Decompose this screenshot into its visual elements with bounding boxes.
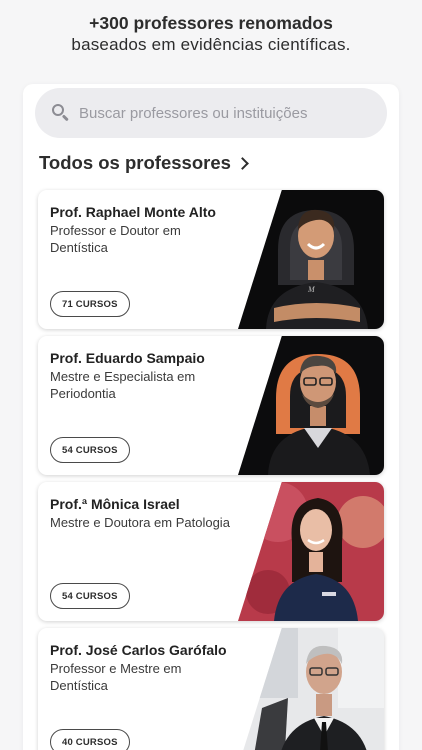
headline: +300 professores renomados baseados em e… xyxy=(0,12,422,56)
courses-count-badge[interactable]: 40 CURSOS xyxy=(50,729,130,750)
search-bar[interactable] xyxy=(35,88,387,138)
svg-text:M: M xyxy=(307,285,316,294)
courses-count-badge[interactable]: 54 CURSOS xyxy=(50,583,130,609)
section-header-all-professors[interactable]: Todos os professores xyxy=(39,152,249,174)
professor-name: Prof.ª Mônica Israel xyxy=(50,496,180,512)
headline-title: +300 professores renomados xyxy=(89,13,333,33)
professor-photo: M xyxy=(238,190,384,329)
professor-role: Professor e Doutor em Dentística xyxy=(50,223,181,255)
section-title: Todos os professores xyxy=(39,152,231,173)
courses-count-badge[interactable]: 54 CURSOS xyxy=(50,437,130,463)
professor-card[interactable]: Prof. José Carlos Garófalo Professor e M… xyxy=(38,628,384,750)
professor-name: Prof. Eduardo Sampaio xyxy=(50,350,205,366)
professor-role: Professor e Mestre em Dentística xyxy=(50,661,182,693)
professor-name: Prof. Raphael Monte Alto xyxy=(50,204,216,220)
search-input[interactable] xyxy=(79,104,379,122)
professor-photo xyxy=(238,628,384,750)
headline-subtitle: baseados em evidências científicas. xyxy=(71,35,351,54)
search-icon xyxy=(51,103,71,123)
professor-photo xyxy=(238,482,384,621)
courses-count-badge[interactable]: 71 CURSOS xyxy=(50,291,130,317)
professor-card[interactable]: Prof. Raphael Monte Alto Professor e Dou… xyxy=(38,190,384,329)
professor-card[interactable]: Prof.ª Mônica Israel Mestre e Doutora em… xyxy=(38,482,384,621)
professor-name: Prof. José Carlos Garófalo xyxy=(50,642,227,658)
professor-role: Mestre e Especialista em Periodontia xyxy=(50,369,196,401)
professor-card[interactable]: Prof. Eduardo Sampaio Mestre e Especiali… xyxy=(38,336,384,475)
professor-role: Mestre e Doutora em Patologia xyxy=(50,515,230,530)
chevron-right-icon xyxy=(236,157,249,170)
professor-photo xyxy=(238,336,384,475)
